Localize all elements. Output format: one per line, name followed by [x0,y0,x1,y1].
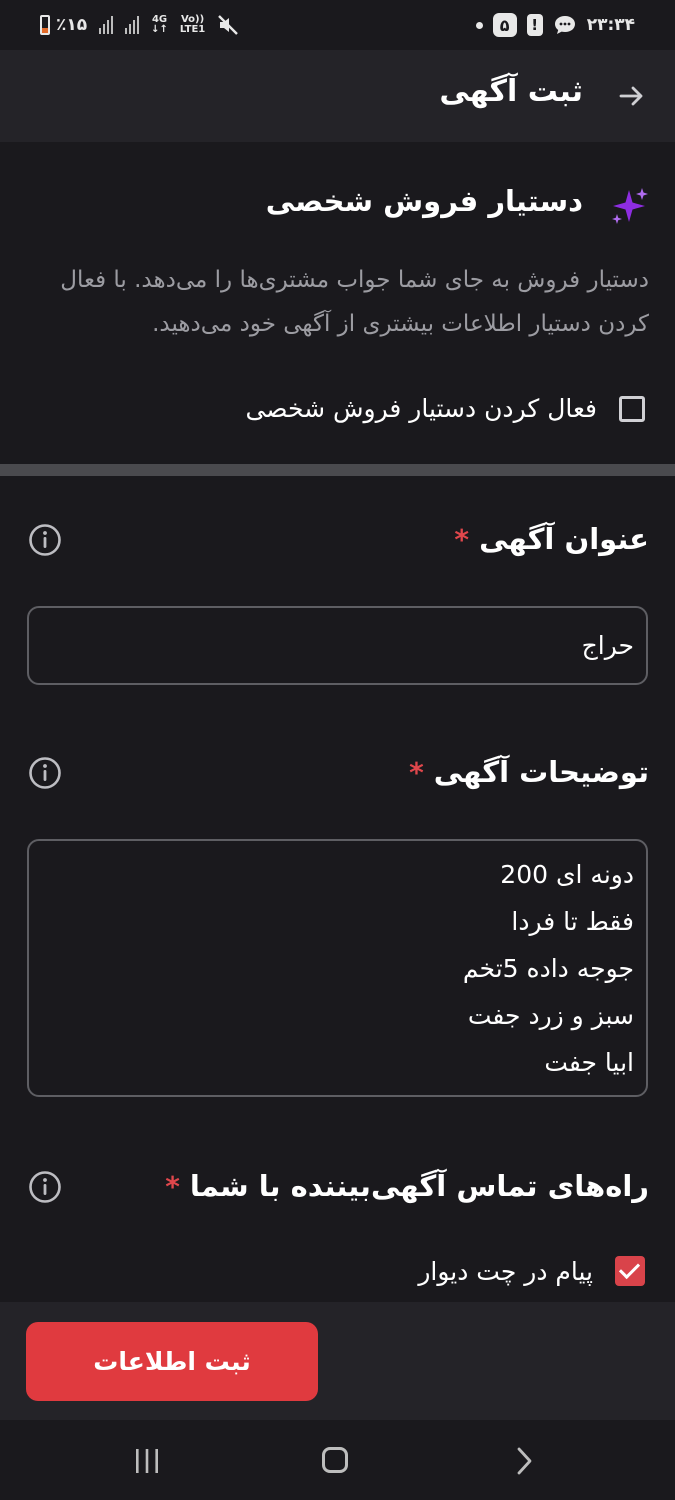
description-textarea[interactable]: دونه ای 200 فقط تا فردا جوجه داده 5تخم س… [27,839,648,1097]
alert-icon: ! [526,14,543,36]
submit-button[interactable]: ثبت اطلاعات [26,1322,318,1401]
contact-option-chat[interactable]: پیام در چت دیوار [418,1256,645,1286]
clock: ۲۳:۳۴ [586,15,635,35]
battery-percent: ٪۱۵ [56,15,88,35]
description-line: ابیا جفت [544,1048,634,1077]
dot-icon [475,21,483,29]
description-label-text: توضیحات آگهی [433,755,649,789]
app-badge-icon: ۵ [492,13,517,37]
assistant-description: دستیار فروش به جای شما جواب مشتری‌ها را … [60,267,649,337]
signal-icon [99,16,114,34]
info-icon[interactable] [28,1170,62,1204]
required-mark: * [454,522,470,556]
assistant-enable-checkbox[interactable] [619,395,645,422]
chat-option-label: پیام در چت دیوار [418,1256,593,1286]
volte-indicator: Vo)) LTE1 [179,14,206,35]
required-mark: * [409,755,424,789]
title-label-text: عنوان آگهی [479,522,649,556]
status-right: ۵ ! ۲۳:۳۴ [475,12,635,38]
recents-icon[interactable] [133,1448,161,1474]
status-left: ٪۱۵ 4G ↓↑ Vo)) LTE1 [40,12,239,38]
info-icon[interactable] [28,523,62,557]
message-icon [554,16,575,34]
contact-field-label: راه‌های تماس آگهی‌بیننده با شما * [165,1169,649,1203]
home-icon[interactable] [322,1447,348,1473]
required-mark: * [165,1169,180,1203]
assistant-title: دستیار فروش شخصی [265,184,583,218]
description-field-label: توضیحات آگهی * [409,755,649,789]
nav-back-icon[interactable] [512,1446,536,1476]
page-title: ثبت آگهی [439,74,583,109]
assistant-enable-label: فعال کردن دستیار فروش شخصی [245,394,597,423]
assistant-enable-row[interactable]: فعال کردن دستیار فروش شخصی [245,394,645,423]
title-input[interactable]: حراج [27,606,648,685]
description-line: فقط تا فردا [511,907,634,936]
description-line: سبز و زرد جفت [467,1001,634,1030]
signal-icon-2 [125,16,140,34]
battery-icon [40,15,50,35]
contact-label-text: راه‌های تماس آگهی‌بیننده با شما [189,1169,649,1203]
system-nav-bar [0,1420,675,1500]
description-line: دونه ای 200 [500,860,634,889]
section-divider [0,464,675,476]
sparkle-icon [612,188,648,224]
back-arrow-icon[interactable] [617,82,645,110]
app-bar: ثبت آگهی [0,50,675,142]
info-icon[interactable] [28,756,62,790]
chat-checkbox[interactable] [615,1256,645,1286]
title-input-value: حراج [581,631,634,660]
mute-icon [218,15,239,35]
status-bar: ٪۱۵ 4G ↓↑ Vo)) LTE1 ۵ ! ۲۳:۳۴ [0,0,675,50]
network-type: 4G ↓↑ [151,14,168,35]
bottom-action-bar: ثبت اطلاعات [0,1302,675,1420]
title-field-label: عنوان آگهی * [454,522,649,556]
description-line: جوجه داده 5تخم [462,954,634,983]
